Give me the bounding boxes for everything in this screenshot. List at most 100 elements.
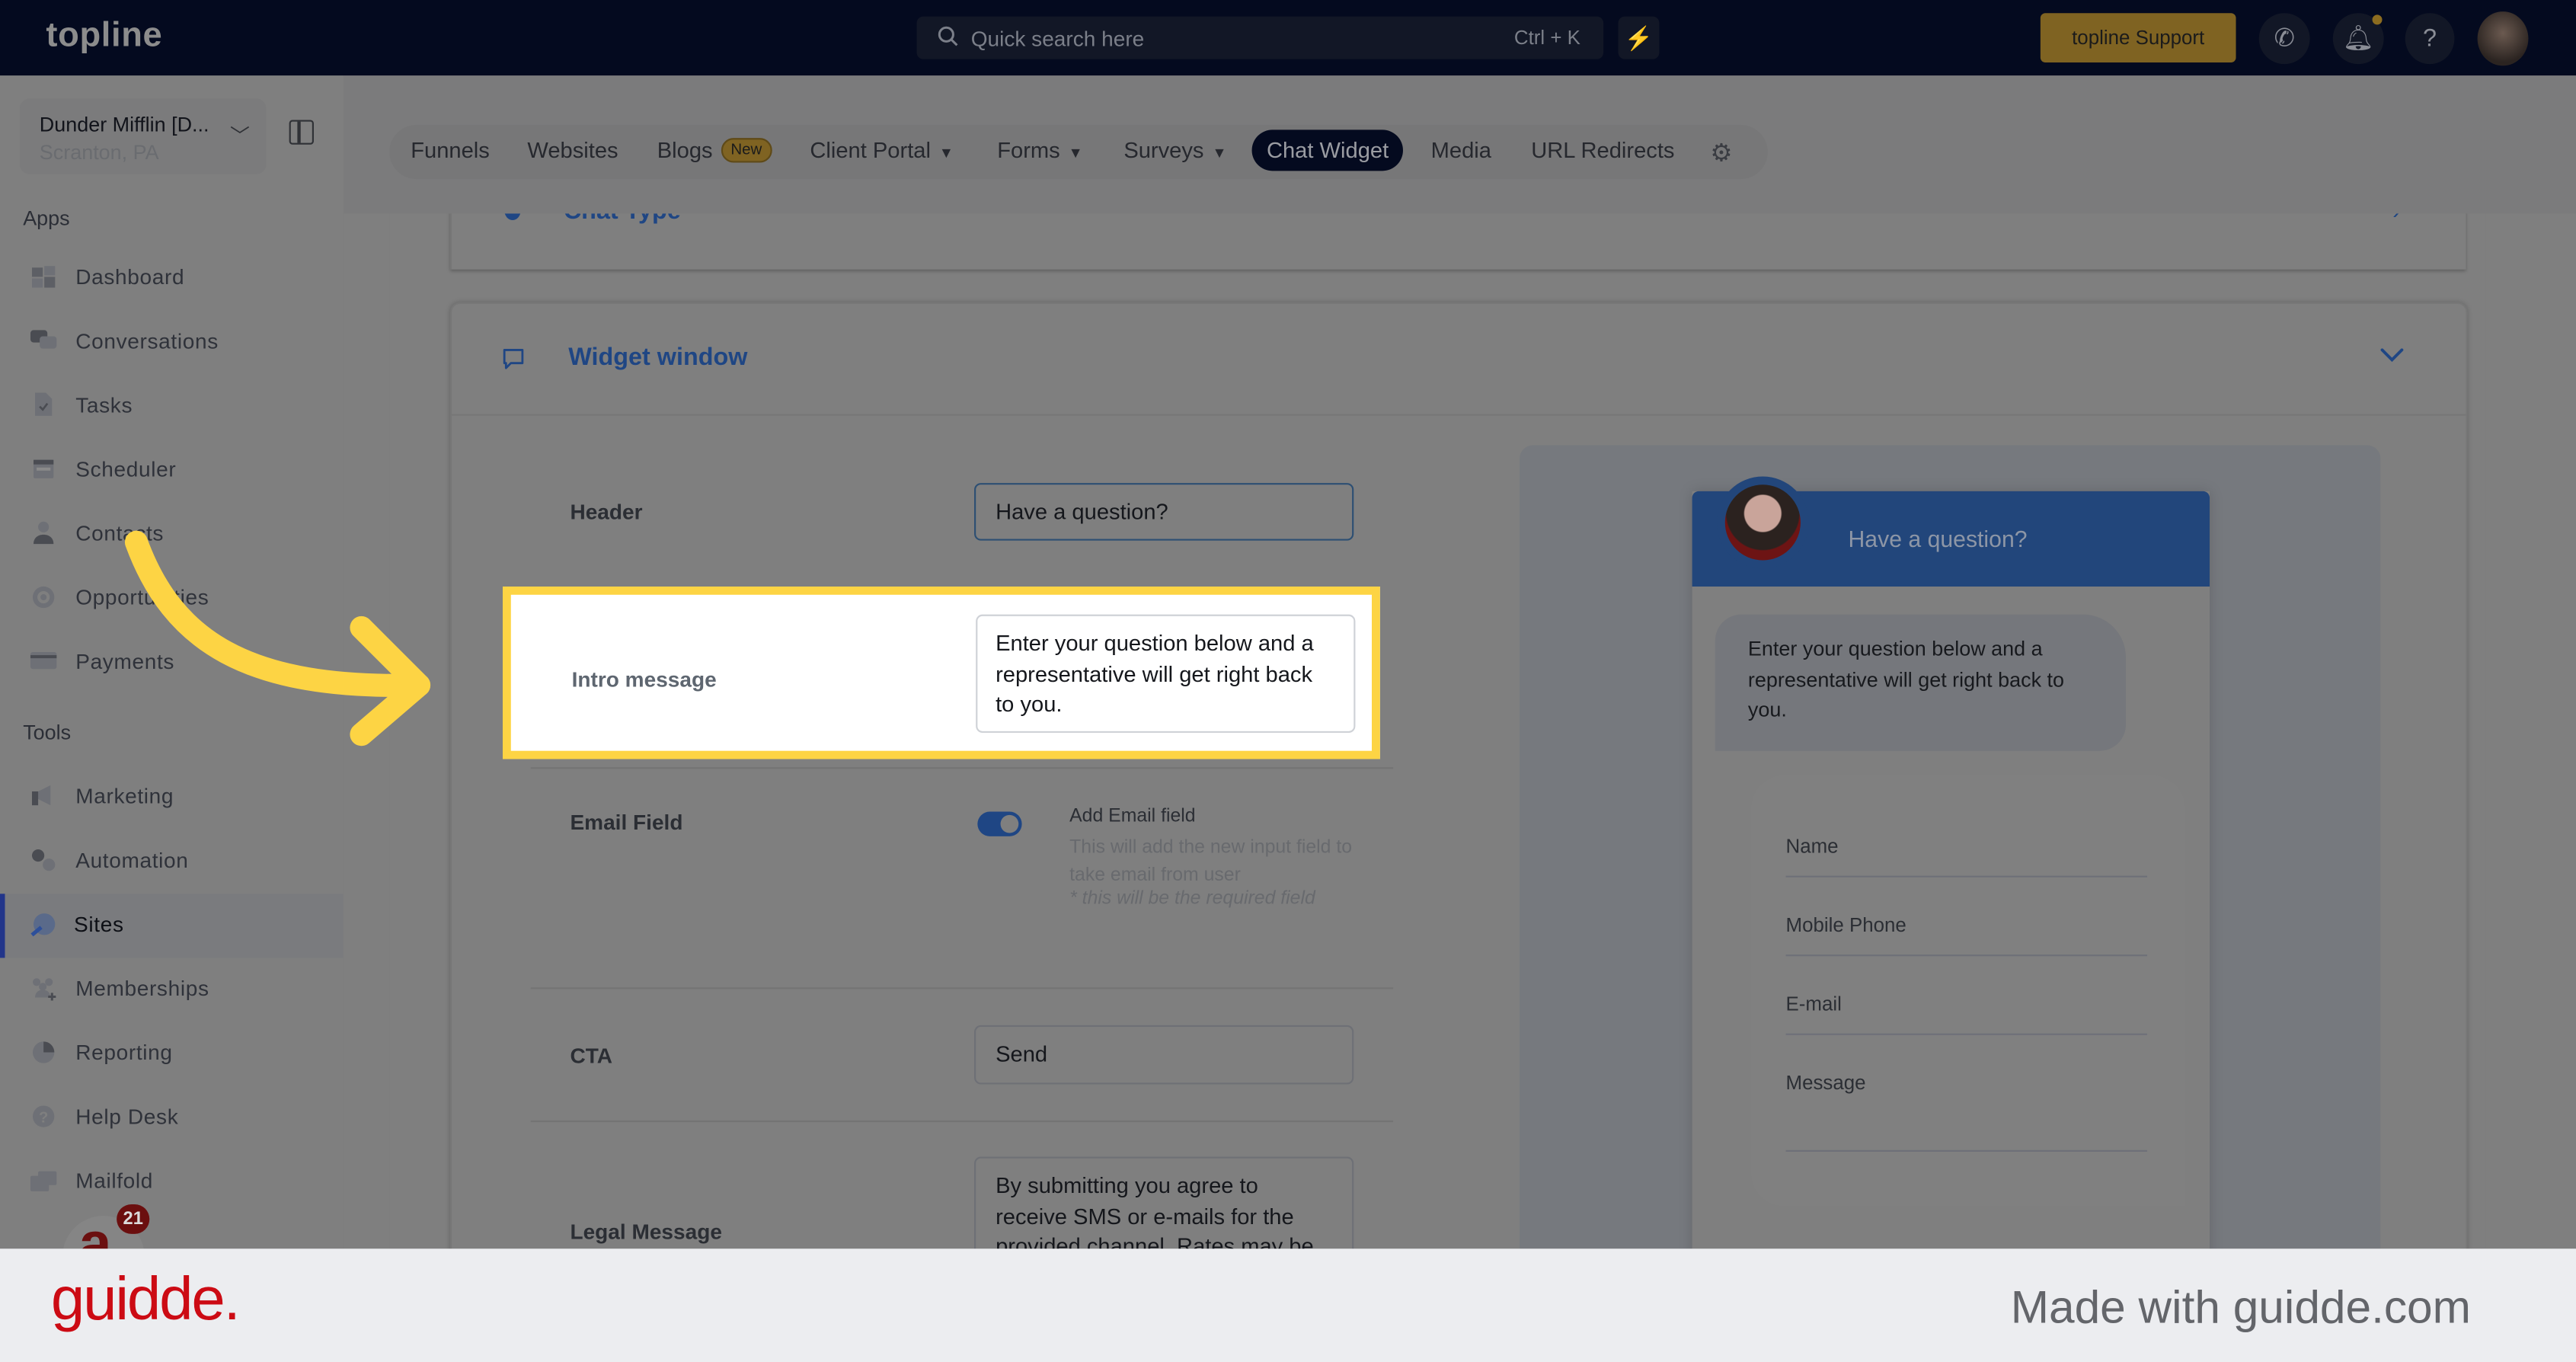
intro-message-textarea[interactable]: Enter your question below and a represen… xyxy=(976,614,1356,733)
add-email-note: * this will be the required field xyxy=(1069,888,1315,909)
sidebar-item-mailfold[interactable]: Mailfold xyxy=(0,1150,344,1214)
notification-badge: 21 xyxy=(117,1204,150,1234)
sidebar-item-sites[interactable]: Sites xyxy=(0,894,344,958)
pie-chart-icon xyxy=(33,1041,55,1063)
gear-icon[interactable]: ⚙ xyxy=(1710,138,1737,168)
location-name: Dunder Mifflin [D... xyxy=(39,113,209,137)
preview-message-field: Message xyxy=(1785,1071,2148,1152)
chat-preview-title: Have a question? xyxy=(1848,526,2028,552)
tab-url-redirects[interactable]: URL Redirects xyxy=(1531,138,1674,162)
chevron-down-icon xyxy=(2380,348,2404,363)
sidebar-item-conversations[interactable]: Conversations xyxy=(0,311,344,375)
calendar-icon xyxy=(34,459,54,478)
tab-client-portal-label: Client Portal xyxy=(810,138,931,163)
task-file-icon xyxy=(35,392,53,416)
location-city: Scranton, PA xyxy=(39,141,159,165)
divider xyxy=(530,767,1394,769)
megaphone-icon xyxy=(31,785,51,806)
tools-section-label: Tools xyxy=(23,721,72,745)
made-with-guidde[interactable]: Made with guidde.com xyxy=(2011,1281,2471,1334)
tab-funnels[interactable]: Funnels xyxy=(411,138,490,162)
sidebar-item-scheduler[interactable]: Scheduler xyxy=(0,439,344,503)
annotation-arrow-icon xyxy=(124,530,431,747)
location-switcher[interactable]: Dunder Mifflin [D... Scranton, PA ﹀ xyxy=(19,98,267,174)
agent-photo xyxy=(1724,484,1801,561)
add-email-toggle[interactable] xyxy=(977,811,1022,836)
tab-websites[interactable]: Websites xyxy=(527,138,618,162)
gears-icon xyxy=(31,849,56,871)
preview-email-field: E-mail xyxy=(1785,993,2148,1035)
chat-bubble-icon xyxy=(503,349,524,369)
search-icon xyxy=(938,26,958,46)
sidebar-item-automation[interactable]: Automation xyxy=(0,830,344,894)
cta-input[interactable]: Send xyxy=(974,1025,1354,1085)
new-badge: New xyxy=(721,138,772,163)
credit-card-icon xyxy=(30,652,57,670)
sidebar-item-reporting[interactable]: Reporting xyxy=(0,1022,344,1086)
support-button[interactable]: topline Support xyxy=(2040,13,2236,62)
mail-icon xyxy=(30,1171,57,1191)
sidebar-item-label: Tasks xyxy=(75,392,133,417)
header-input[interactable]: Have a question? xyxy=(974,483,1354,541)
sidebar-item-label: Help Desk xyxy=(75,1104,179,1129)
person-icon xyxy=(34,521,54,545)
sidebar-item-label: Sites xyxy=(74,912,124,937)
preview-phone-field: Mobile Phone xyxy=(1785,913,2148,957)
globe-cursor-icon xyxy=(30,913,56,937)
chevron-down-icon: ▼ xyxy=(1212,144,1227,161)
sidebar-item-tasks[interactable]: Tasks xyxy=(0,375,344,439)
add-email-description: This will add the new input field to tak… xyxy=(1069,838,1353,885)
tab-surveys[interactable]: Surveys ▼ xyxy=(1123,138,1226,162)
help-icon[interactable]: ? xyxy=(2405,13,2455,65)
sidebar-item-help-desk[interactable]: ? Help Desk xyxy=(0,1086,344,1150)
screen: topline Quick search here Ctrl + K ⚡ top… xyxy=(0,0,2576,1362)
tab-blogs-label: Blogs xyxy=(657,138,713,163)
search-placeholder: Quick search here xyxy=(970,26,1145,51)
guidde-logo: guidde. xyxy=(50,1264,241,1333)
quick-search-input[interactable]: Quick search here Ctrl + K xyxy=(916,16,1604,59)
sidebar-item-label: Memberships xyxy=(75,976,209,1001)
sidebar-item-memberships[interactable]: Memberships xyxy=(0,958,344,1021)
preview-name-field: Name xyxy=(1785,835,2148,878)
tab-forms[interactable]: Forms ▼ xyxy=(997,138,1083,162)
tab-surveys-label: Surveys xyxy=(1123,138,1204,163)
dashboard-icon xyxy=(31,266,56,288)
divider xyxy=(530,1120,1394,1123)
sidebar-item-label: Mailfold xyxy=(75,1168,154,1193)
sidebar-item-dashboard[interactable]: Dashboard xyxy=(0,247,344,311)
chat-bubbles-icon xyxy=(30,330,57,349)
tab-forms-label: Forms xyxy=(997,138,1060,163)
quick-actions-bolt-icon[interactable]: ⚡ xyxy=(1618,16,1660,59)
widget-window-header[interactable]: Widget window xyxy=(452,304,2466,416)
apps-section-label: Apps xyxy=(23,206,70,230)
sidebar-item-label: Automation xyxy=(75,847,189,873)
target-icon xyxy=(33,586,55,609)
add-email-title: Add Email field xyxy=(1069,807,1196,826)
user-avatar[interactable] xyxy=(2477,11,2529,66)
sidebar-item-label: Conversations xyxy=(75,328,219,353)
phone-icon[interactable]: ✆ xyxy=(2258,13,2310,65)
notification-dot xyxy=(2372,14,2383,25)
tab-chat-widget[interactable]: Chat Widget xyxy=(1251,129,1404,171)
tab-blogs[interactable]: Blogs New xyxy=(657,138,772,163)
intro-message-label: Intro message xyxy=(571,667,717,692)
app-logo[interactable]: topline xyxy=(46,17,162,56)
tab-media[interactable]: Media xyxy=(1431,138,1491,162)
intro-message-highlight: Intro message Enter your question below … xyxy=(503,587,1380,759)
chevron-down-icon: ﹀ xyxy=(229,124,250,149)
legal-message-label: Legal Message xyxy=(570,1219,722,1244)
users-plus-icon xyxy=(33,978,56,1001)
agent-avatar xyxy=(1716,476,1809,569)
guidde-footer: guidde. Made with guidde.com xyxy=(0,1248,2576,1362)
sidebar-item-marketing[interactable]: Marketing xyxy=(0,766,344,830)
top-bar: topline Quick search here Ctrl + K ⚡ top… xyxy=(0,0,2576,76)
tab-client-portal[interactable]: Client Portal ▼ xyxy=(810,138,954,162)
sites-tabs: Funnels Websites Blogs New Client Portal ▼… xyxy=(389,124,1768,180)
svg-text:?: ? xyxy=(39,1110,48,1127)
sidebar-item-label: Marketing xyxy=(75,783,174,809)
collapse-sidebar-icon[interactable] xyxy=(289,120,314,145)
chevron-down-icon: ▼ xyxy=(1068,144,1083,161)
divider xyxy=(530,987,1394,990)
cta-label: CTA xyxy=(570,1043,613,1068)
sidebar-item-label: Reporting xyxy=(75,1040,173,1065)
